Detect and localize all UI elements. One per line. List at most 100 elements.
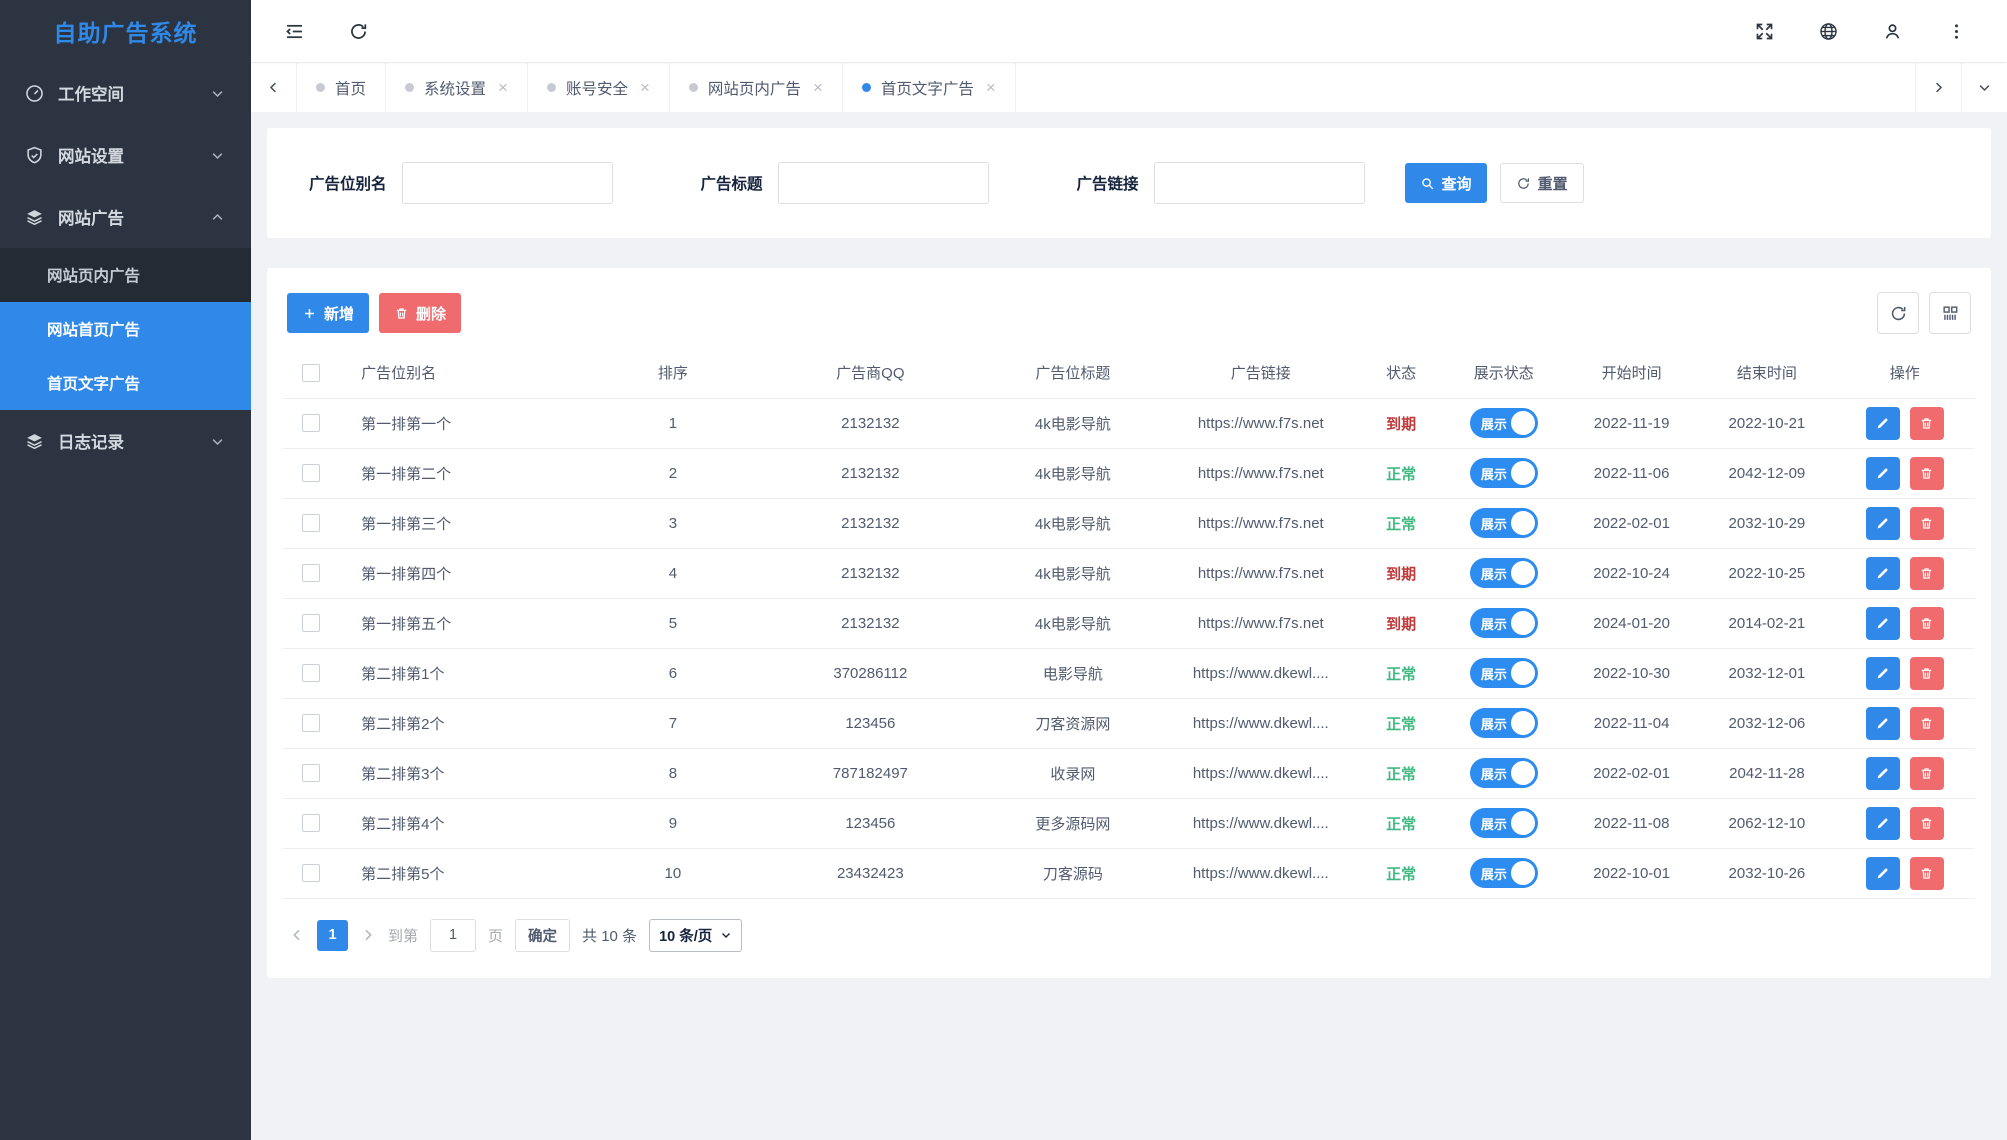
delete-row-button[interactable] [1909, 706, 1944, 740]
collapse-menu-icon[interactable] [283, 20, 305, 42]
refresh-icon[interactable] [347, 20, 369, 42]
display-toggle[interactable]: 展示 [1469, 858, 1538, 888]
delete-row-button[interactable] [1909, 806, 1944, 840]
next-page-button[interactable] [360, 927, 376, 943]
tabs-dropdown-button[interactable] [1961, 63, 2007, 112]
cell-operations [1834, 598, 1975, 649]
cell-qq: 123456 [758, 698, 983, 749]
page-number-button[interactable]: 1 [317, 919, 348, 951]
sidebar-item[interactable]: 网站设置 [0, 124, 251, 186]
display-toggle[interactable]: 展示 [1469, 758, 1538, 788]
row-checkbox[interactable] [302, 814, 321, 832]
sidebar-item[interactable]: 日志记录 [0, 410, 251, 472]
delete-row-button[interactable] [1909, 756, 1944, 790]
close-icon[interactable]: × [813, 79, 823, 96]
column-settings-button[interactable] [1929, 292, 1971, 334]
delete-row-button[interactable] [1909, 856, 1944, 890]
tab-item[interactable]: 网站页内广告 × [670, 63, 843, 112]
display-toggle[interactable]: 展示 [1469, 808, 1538, 838]
row-checkbox[interactable] [302, 514, 321, 532]
edit-button[interactable] [1865, 506, 1900, 540]
display-toggle[interactable]: 展示 [1469, 558, 1538, 588]
delete-row-button[interactable] [1909, 506, 1944, 540]
prev-page-button[interactable] [289, 927, 305, 943]
close-icon[interactable]: × [640, 79, 650, 96]
tabs-scroll-right-button[interactable] [1915, 63, 1961, 112]
row-checkbox[interactable] [302, 564, 321, 582]
search-fields: 广告位别名 广告标题 广告链接 [309, 162, 1453, 204]
close-icon[interactable]: × [986, 79, 996, 96]
delete-button[interactable]: 删除 [379, 293, 462, 333]
kebab-menu-icon[interactable] [1945, 20, 1967, 42]
table-row: 第一排第三个 3 2132132 4k电影导航 https://www.f7s.net 正… [283, 498, 1975, 549]
row-checkbox[interactable] [302, 614, 321, 632]
delete-row-button[interactable] [1909, 556, 1944, 590]
delete-row-button[interactable] [1909, 656, 1944, 690]
globe-icon[interactable] [1817, 20, 1839, 42]
sidebar-item[interactable]: 工作空间 [0, 62, 251, 124]
edit-button[interactable] [1865, 656, 1900, 690]
sidebar-item-label: 网站设置 [58, 148, 124, 166]
row-checkbox[interactable] [302, 764, 321, 782]
display-toggle[interactable]: 展示 [1469, 708, 1538, 738]
search-input[interactable] [777, 162, 989, 204]
cell-display-toggle: 展示 [1443, 498, 1564, 549]
reset-button[interactable]: 重置 [1499, 163, 1584, 203]
edit-button[interactable] [1865, 706, 1900, 740]
sidebar-subitem[interactable]: 首页文字广告 [0, 356, 251, 410]
operations [1835, 806, 1975, 840]
goto-page-input[interactable] [430, 918, 477, 952]
refresh-table-button[interactable] [1877, 292, 1919, 334]
edit-button[interactable] [1865, 756, 1900, 790]
edit-button[interactable] [1865, 406, 1900, 440]
row-checkbox[interactable] [302, 864, 321, 882]
sidebar-item[interactable]: 网站广告 [0, 186, 251, 248]
status-text: 正常 [1386, 715, 1417, 733]
sidebar-subitem[interactable]: 网站页内广告 [0, 248, 251, 302]
user-icon[interactable] [1881, 20, 1903, 42]
fullscreen-icon[interactable] [1753, 20, 1775, 42]
tab-active[interactable]: 首页文字广告 × [843, 63, 1016, 112]
tab-item[interactable]: 系统设置 × [386, 63, 528, 112]
display-toggle[interactable]: 展示 [1469, 508, 1538, 538]
row-checkbox[interactable] [302, 414, 321, 432]
row-checkbox-cell [283, 798, 340, 849]
display-toggle[interactable]: 展示 [1469, 658, 1538, 688]
delete-row-button[interactable] [1909, 606, 1944, 640]
select-all-checkbox[interactable] [302, 363, 321, 382]
cell-end-date: 2022-10-21 [1699, 398, 1835, 449]
cell-status: 正常 [1358, 498, 1444, 549]
close-icon[interactable]: × [498, 79, 508, 96]
sidebar-item-label: 工作空间 [58, 86, 124, 104]
chevron-down-icon [210, 434, 225, 449]
delete-row-button[interactable] [1909, 456, 1944, 490]
cell-order: 6 [587, 648, 759, 699]
edit-button[interactable] [1865, 456, 1900, 490]
cell-display-toggle: 展示 [1443, 698, 1564, 749]
tab-label: 账号安全 [565, 80, 628, 98]
tab-item[interactable]: 账号安全 × [528, 63, 670, 112]
edit-button[interactable] [1865, 556, 1900, 590]
search-field-label: 广告链接 [1076, 176, 1139, 193]
display-toggle[interactable]: 展示 [1469, 608, 1538, 638]
edit-button[interactable] [1865, 606, 1900, 640]
display-toggle[interactable]: 展示 [1469, 408, 1538, 438]
query-button[interactable]: 查询 [1404, 163, 1487, 203]
edit-button[interactable] [1865, 806, 1900, 840]
edit-button[interactable] [1865, 856, 1900, 890]
cell-start-date: 2022-10-01 [1563, 848, 1700, 899]
display-toggle[interactable]: 展示 [1469, 458, 1538, 488]
add-button[interactable]: 新增 [287, 293, 370, 333]
delete-row-button[interactable] [1909, 406, 1944, 440]
row-checkbox[interactable] [302, 464, 321, 482]
search-input[interactable] [401, 162, 613, 204]
tabs-scroll-left-button[interactable] [251, 63, 297, 112]
goto-confirm-button[interactable]: 确定 [515, 918, 571, 952]
page-size-select[interactable]: 10 条/页 [649, 918, 743, 952]
search-input[interactable] [1153, 162, 1365, 204]
row-checkbox[interactable] [302, 714, 321, 732]
cell-status: 到期 [1358, 598, 1444, 649]
sidebar-subitem[interactable]: 网站首页广告 [0, 302, 251, 356]
row-checkbox[interactable] [302, 664, 321, 682]
tab-item[interactable]: 首页 [297, 63, 387, 112]
